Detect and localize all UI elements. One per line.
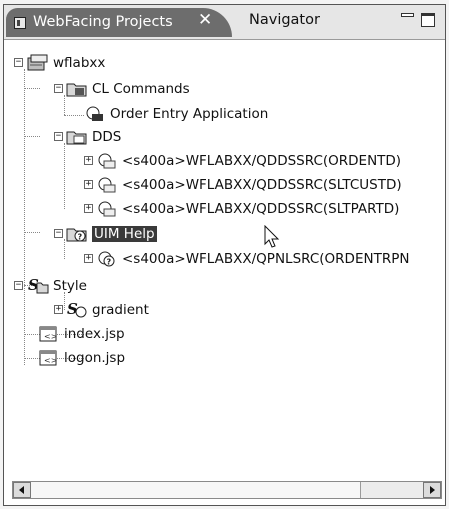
tree-line: [24, 136, 40, 137]
svg-text:<>: <>: [44, 356, 57, 365]
tab-navigator[interactable]: Navigator: [249, 12, 320, 28]
tree-label: Order Entry Application: [110, 106, 269, 122]
tree-line: [24, 232, 40, 233]
help-icon: ?: [66, 228, 87, 242]
tree-label: <s400a>WFLABXX/QPNLSRC(ORDENTRPN: [122, 251, 410, 267]
tab-bar: WebFacing Projects ✕ Navigator: [4, 5, 445, 40]
tree-label: wflabxx: [53, 55, 106, 71]
tree-label: UIM Help: [92, 226, 157, 242]
expand-toggle[interactable]: +: [54, 305, 63, 314]
svg-text:<>: <>: [44, 332, 57, 341]
tree-label: Style: [53, 278, 87, 294]
style-icon: S: [28, 277, 49, 294]
folder-icon: [66, 83, 87, 97]
tree-label: logon.jsp: [64, 350, 126, 366]
tree-line: [64, 95, 65, 115]
project-tree: − wflabxx − CL Commands Order Entry Appl…: [4, 39, 445, 479]
collapse-toggle[interactable]: −: [54, 132, 63, 141]
collapse-toggle[interactable]: −: [14, 58, 23, 67]
tab-webfacing-projects[interactable]: WebFacing Projects ✕: [6, 8, 232, 37]
tree-line: [24, 69, 25, 365]
tree-line: [24, 88, 40, 89]
help-icon: ?: [98, 251, 115, 267]
minimize-icon[interactable]: [401, 13, 414, 17]
svg-text:?: ?: [78, 233, 83, 242]
scroll-left-icon[interactable]: [13, 482, 31, 498]
tab-label: WebFacing Projects: [33, 14, 173, 30]
tree-line: [64, 143, 65, 209]
jsp-file-icon: <>: [39, 350, 57, 366]
webfacing-projects-view: WebFacing Projects ✕ Navigator − wflabxx…: [3, 4, 446, 506]
tree-label: <s400a>WFLABXX/QDDSSRC(SLTCUSTD): [122, 177, 402, 193]
command-icon: [86, 106, 103, 121]
style-icon: S: [67, 301, 87, 318]
tree-label: CL Commands: [92, 81, 190, 97]
tree-line: [64, 292, 65, 310]
tree-line: [64, 239, 65, 259]
dds-file-icon: [98, 201, 116, 217]
project-icon: [27, 54, 48, 71]
expand-toggle[interactable]: +: [84, 204, 93, 213]
horizontal-scrollbar[interactable]: [12, 481, 442, 499]
dds-file-icon: [98, 153, 116, 169]
view-icon: [14, 17, 26, 29]
tree-label: DDS: [92, 129, 122, 145]
tree-label: <s400a>WFLABXX/QDDSSRC(SLTPARTD): [122, 201, 400, 217]
scroll-thumb[interactable]: [31, 482, 361, 498]
svg-text:?: ?: [107, 258, 112, 267]
expand-toggle[interactable]: +: [84, 156, 93, 165]
tree-line: [64, 115, 84, 116]
scroll-right-icon[interactable]: [423, 482, 441, 498]
jsp-file-icon: <>: [39, 326, 57, 342]
dds-file-icon: [98, 177, 116, 193]
window-controls: [401, 13, 439, 29]
tree-label: <s400a>WFLABXX/QDDSSRC(ORDENTD): [122, 153, 402, 169]
collapse-toggle[interactable]: −: [54, 229, 63, 238]
collapse-toggle[interactable]: −: [54, 84, 63, 93]
tree-label: index.jsp: [64, 326, 125, 342]
close-icon[interactable]: ✕: [198, 10, 212, 30]
tree-label: gradient: [92, 302, 149, 318]
mouse-cursor-icon: [264, 225, 280, 248]
expand-toggle[interactable]: +: [84, 180, 93, 189]
expand-toggle[interactable]: +: [84, 254, 93, 263]
folder-icon: [66, 131, 87, 145]
maximize-icon[interactable]: [421, 13, 435, 27]
collapse-toggle[interactable]: −: [14, 281, 23, 290]
